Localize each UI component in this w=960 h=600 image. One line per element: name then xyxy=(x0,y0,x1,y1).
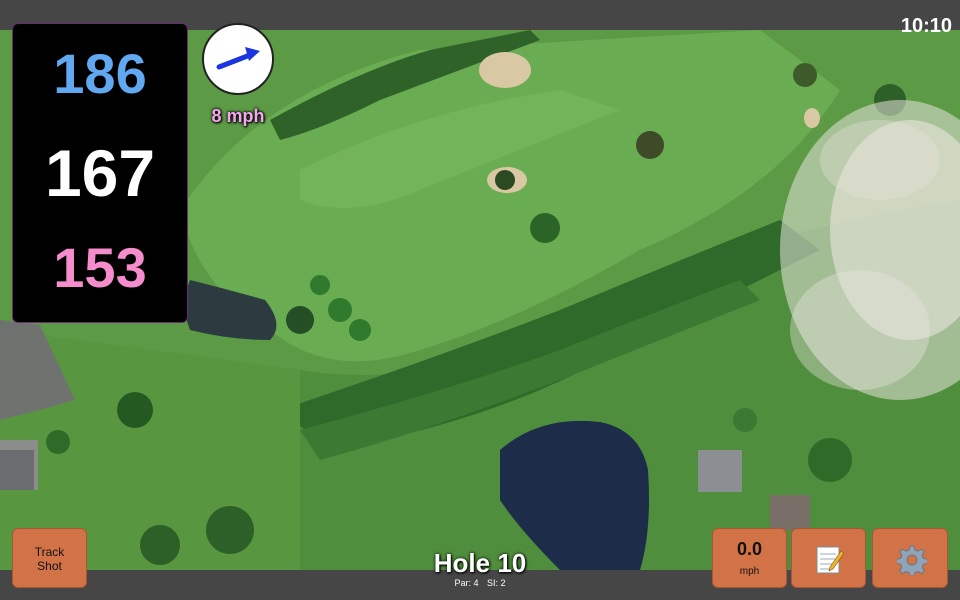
golf-gps-screen: 10:10 186 167 153 8 mph Track Shot Hole … xyxy=(0,0,960,600)
track-shot-button[interactable]: Track Shot xyxy=(12,528,87,588)
track-shot-label-line1: Track xyxy=(34,545,65,559)
speed-value: 0.0 xyxy=(736,539,763,559)
distance-front: 153 xyxy=(53,236,147,299)
notes-button[interactable] xyxy=(791,528,866,588)
clock: 10:10 xyxy=(900,15,952,37)
speed-button[interactable]: 0.0 mph xyxy=(712,528,787,588)
distance-back: 186 xyxy=(53,42,147,105)
wind-arrow-icon xyxy=(216,47,260,70)
hole-par: Par: 4 xyxy=(454,578,479,588)
gear-icon xyxy=(897,545,927,575)
track-shot-label-line2: Shot xyxy=(37,559,62,573)
wind-direction-dial xyxy=(202,23,274,95)
hole-meta: Par: 4 SI: 2 xyxy=(380,578,580,588)
wind-speed: 8 mph xyxy=(211,106,265,126)
speed-unit: mph xyxy=(739,566,760,577)
notepad-icon xyxy=(816,546,844,574)
settings-button[interactable] xyxy=(872,528,948,588)
distance-panel: 186 167 153 xyxy=(12,23,188,323)
hole-stroke-index: SI: 2 xyxy=(487,578,506,588)
distance-middle: 167 xyxy=(44,136,156,210)
hole-title: Hole 10 xyxy=(433,548,527,578)
track-shot-label: Track Shot xyxy=(13,529,86,573)
